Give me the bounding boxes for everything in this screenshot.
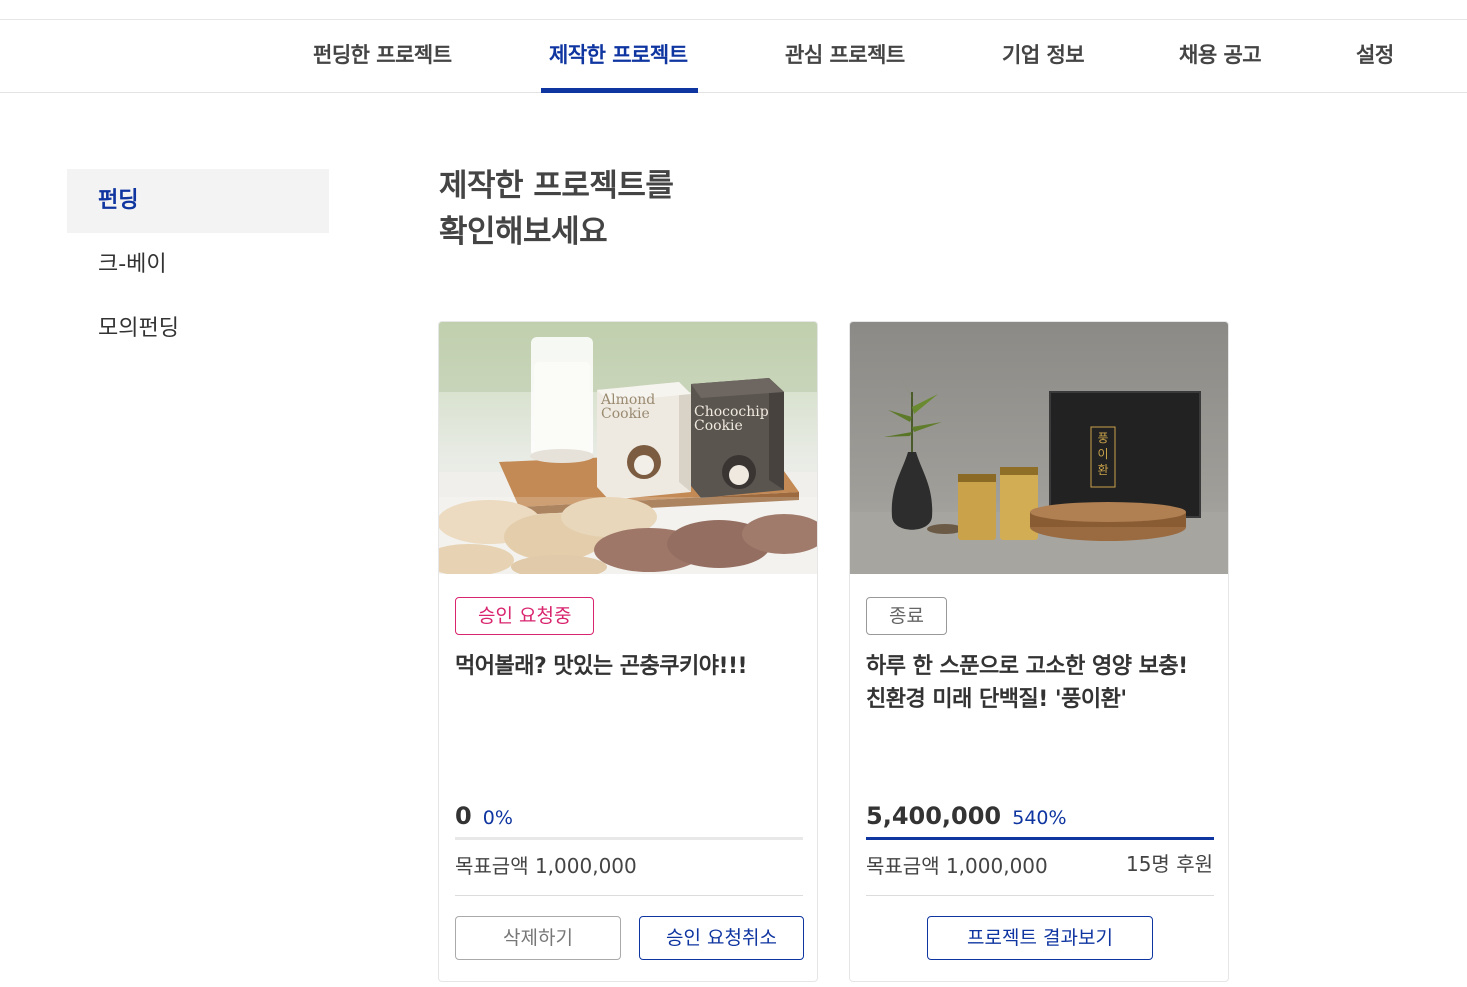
goal-amount: 목표금액 1,000,000	[455, 854, 637, 878]
almond-cookie-box-label: Almond Cookie	[600, 392, 655, 422]
svg-text:Cookie: Cookie	[601, 406, 650, 422]
status-badge-ended: 종료	[866, 597, 947, 635]
tab-bar: 펀딩한 프로젝트 제작한 프로젝트 관심 프로젝트 기업 정보 채용 공고 설정	[0, 20, 1467, 93]
funded-amount: 0	[455, 802, 472, 830]
project-title-pungihwan[interactable]: 하루 한 스푼으로 고소한 영양 보충! 친환경 미래 단백질! '풍이환'	[866, 650, 1216, 716]
page-heading-line1: 제작한 프로젝트를	[439, 168, 674, 204]
svg-text:Cookie: Cookie	[694, 418, 743, 434]
goal-amount: 목표금액 1,000,000	[866, 854, 1048, 878]
funding-progress-bar	[455, 837, 803, 840]
funded-amount: 5,400,000	[866, 802, 1002, 830]
project-card-pungihwan[interactable]: 풍 이 환 종료 하루 한 스푼으로 고소한 영양 보충! 친환경 미래 단백질…	[849, 321, 1229, 982]
card-divider	[455, 895, 803, 896]
tab-funded-projects[interactable]: 펀딩한 프로젝트	[313, 20, 452, 93]
cancel-approval-request-button[interactable]: 승인 요청취소	[639, 916, 804, 960]
backer-count: 15명 후원	[1125, 852, 1213, 876]
view-project-result-button[interactable]: 프로젝트 결과보기	[927, 916, 1153, 960]
pungihwan-box-label: 풍 이 환	[1097, 431, 1108, 477]
project-card-cookie[interactable]: Almond Cookie Chocochip Cookie 승인 요청중 먹어…	[438, 321, 818, 982]
tab-favorite-projects[interactable]: 관심 프로젝트	[785, 20, 905, 93]
project-title-cookie-text: 먹어볼래? 맛있는 곤충쿠키야!!!	[455, 654, 748, 679]
project-title-pungihwan-line1: 하루 한 스푼으로 고소한 영양 보충!	[866, 654, 1188, 679]
project-thumbnail-pungihwan[interactable]: 풍 이 환	[850, 322, 1228, 574]
sidebar: 펀딩 크-베이 모의펀딩	[67, 169, 329, 361]
page-heading-line2: 확인해보세요	[439, 214, 608, 250]
svg-text:환: 환	[1097, 463, 1108, 477]
svg-text:이: 이	[1097, 447, 1108, 461]
project-title-pungihwan-line2: 친환경 미래 단백질! '풍이환'	[866, 687, 1127, 712]
svg-text:풍: 풍	[1097, 431, 1108, 445]
sidebar-item-mock-funding[interactable]: 모의펀딩	[67, 297, 329, 361]
tab-company-info[interactable]: 기업 정보	[1002, 20, 1085, 93]
funded-percent: 540%	[1012, 807, 1067, 829]
funding-progress-fill	[866, 837, 1214, 840]
page-heading: 제작한 프로젝트를 확인해보세요	[439, 163, 674, 255]
tab-job-postings[interactable]: 채용 공고	[1179, 20, 1262, 93]
project-title-cookie[interactable]: 먹어볼래? 맛있는 곤충쿠키야!!!	[455, 650, 805, 683]
sidebar-item-kbay[interactable]: 크-베이	[67, 233, 329, 297]
card-divider	[866, 895, 1214, 896]
active-tab-indicator	[541, 88, 698, 93]
funding-amount-row: 5,400,000 540%	[866, 802, 1067, 836]
tab-settings[interactable]: 설정	[1356, 20, 1394, 93]
funding-amount-row: 0 0%	[455, 802, 513, 836]
tab-created-projects[interactable]: 제작한 프로젝트	[549, 20, 688, 93]
delete-button[interactable]: 삭제하기	[455, 916, 621, 960]
funded-percent: 0%	[482, 807, 513, 829]
status-badge-pending: 승인 요청중	[455, 597, 595, 635]
project-thumbnail-cookie[interactable]: Almond Cookie Chocochip Cookie	[439, 322, 817, 574]
sidebar-item-funding[interactable]: 펀딩	[67, 169, 329, 233]
funding-progress-bar	[866, 837, 1214, 840]
